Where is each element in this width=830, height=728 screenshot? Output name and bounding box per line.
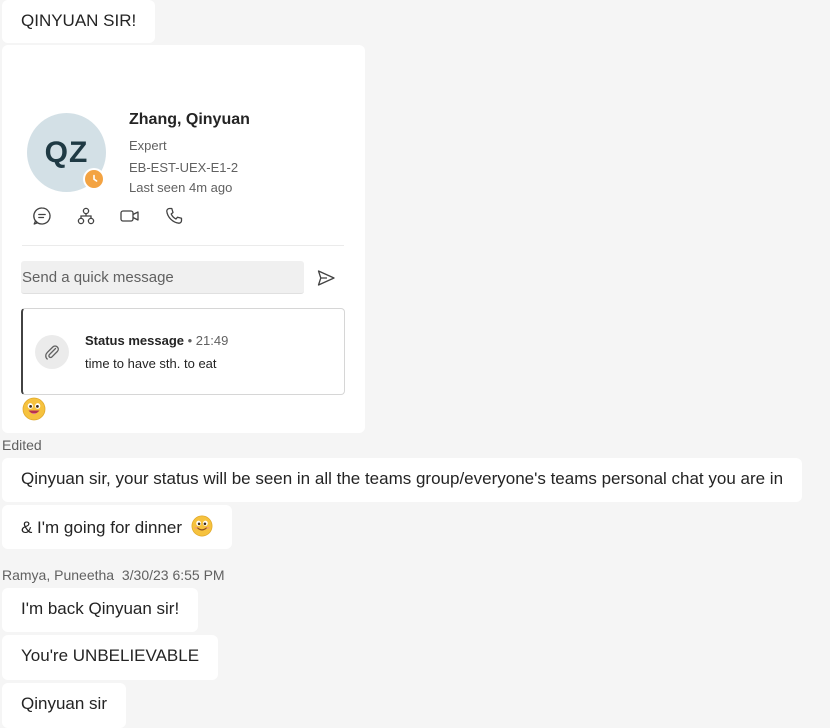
message-text: You're UNBELIEVABLE: [21, 646, 200, 665]
chat-message[interactable]: Qinyuan sir: [2, 683, 126, 728]
quick-message-input[interactable]: [21, 261, 304, 294]
send-icon[interactable]: [315, 267, 337, 289]
message-timestamp: 3/30/23 6:55 PM: [121, 567, 225, 583]
chat-message[interactable]: I'm back Qinyuan sir!: [2, 588, 199, 632]
contact-role: Expert: [129, 138, 167, 153]
status-header: Status message • 21:49: [85, 333, 228, 348]
edited-label: Edited: [2, 437, 42, 453]
chat-message[interactable]: Qinyuan sir, your status will be seen in…: [2, 458, 803, 502]
profile-card: QZ Zhang, Qinyuan Expert EB-EST-UEX-E1-2…: [2, 45, 365, 433]
chat-message[interactable]: & I'm going for dinner: [2, 505, 232, 549]
chat-message[interactable]: QINYUAN SIR!: [2, 0, 156, 43]
last-seen-text: Last seen 4m ago: [129, 180, 233, 195]
message-text: & I'm going for dinner: [21, 518, 183, 537]
presence-away-icon: [83, 168, 105, 190]
sender-header: Ramya, Puneetha 3/30/23 6:55 PM: [2, 567, 225, 583]
status-message-box: Status message • 21:49 time to have sth.…: [21, 308, 345, 395]
status-separator: •: [184, 333, 196, 348]
avatar-initials: QZ: [44, 135, 89, 169]
contact-name[interactable]: Zhang, Qinyuan: [129, 111, 250, 129]
grinning-face-emoji: [191, 515, 213, 537]
message-text: I'm back Qinyuan sir!: [21, 599, 180, 618]
message-text: Qinyuan sir: [21, 694, 107, 713]
status-label: Status message: [85, 333, 184, 348]
chat-message[interactable]: You're UNBELIEVABLE: [2, 635, 219, 680]
chat-icon[interactable]: [31, 205, 53, 227]
org-chart-icon[interactable]: [75, 205, 97, 227]
grinning-face-emoji-reaction[interactable]: [22, 397, 46, 421]
status-time: 21:49: [195, 333, 229, 348]
sender-name[interactable]: Ramya, Puneetha: [2, 567, 114, 583]
paperclip-icon: [35, 335, 69, 369]
status-text: time to have sth. to eat: [85, 356, 217, 371]
contact-department: EB-EST-UEX-E1-2: [129, 160, 239, 175]
message-text: QINYUAN SIR!: [21, 11, 137, 30]
video-call-icon[interactable]: [119, 205, 141, 227]
divider: [22, 245, 344, 246]
phone-icon[interactable]: [163, 205, 185, 227]
message-text: Qinyuan sir, your status will be seen in…: [21, 469, 784, 488]
